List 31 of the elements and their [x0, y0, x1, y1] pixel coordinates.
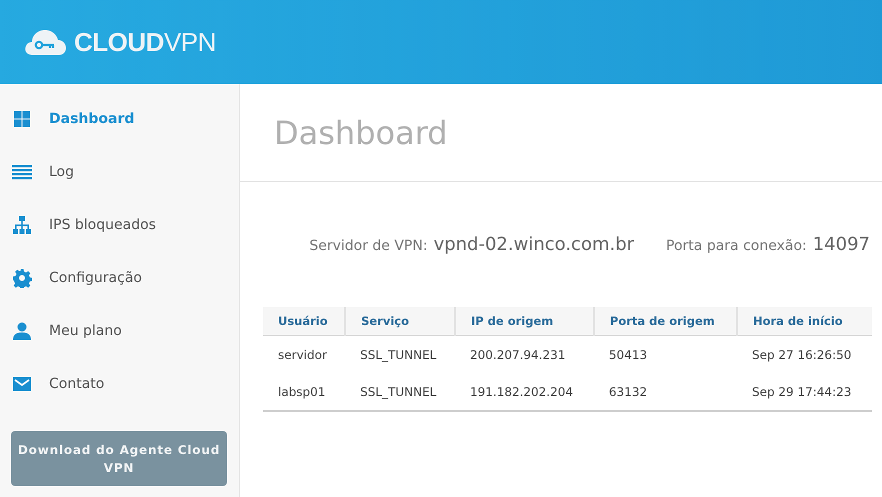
grid-icon — [12, 108, 32, 128]
cloud-key-icon — [24, 28, 66, 56]
server-value: vpnd-02.winco.com.br — [434, 234, 634, 255]
table-cell: 63132 — [594, 373, 737, 411]
table-cell: Sep 27 16:26:50 — [736, 336, 872, 373]
column-header: Hora de início — [736, 307, 872, 336]
table-cell: labsp01 — [263, 373, 346, 411]
sitemap-icon — [12, 214, 32, 234]
app-logo: CLOUDVPN — [74, 26, 216, 58]
column-header: Serviço — [345, 307, 455, 336]
settings-icon — [12, 268, 32, 288]
nav-item[interactable]: Contato — [0, 357, 239, 410]
table-cell: 200.207.94.231 — [454, 336, 594, 373]
table-cell: 50413 — [594, 336, 737, 373]
page-title: Dashboard — [274, 114, 448, 152]
user-icon — [12, 320, 32, 340]
port-label: Porta para conexão: — [666, 238, 807, 254]
port-value: 14097 — [812, 234, 870, 255]
nav-item[interactable]: Log — [0, 145, 239, 198]
nav-item[interactable]: Meu plano — [0, 304, 239, 357]
column-header: IP de origem — [454, 307, 594, 336]
table-cell: 191.182.202.204 — [454, 373, 594, 411]
nav-item[interactable]: Configuração — [0, 251, 239, 304]
table-cell: Sep 29 17:44:23 — [736, 373, 872, 411]
server-label: Servidor de VPN: — [309, 238, 428, 254]
column-header: Usuário — [263, 307, 346, 336]
nav-item[interactable]: IPS bloqueados — [0, 198, 239, 251]
table-cell: SSL_TUNNEL — [345, 373, 455, 411]
table-cell: servidor — [263, 336, 346, 373]
column-header: Porta de origem — [594, 307, 737, 336]
table-cell: SSL_TUNNEL — [345, 336, 455, 373]
